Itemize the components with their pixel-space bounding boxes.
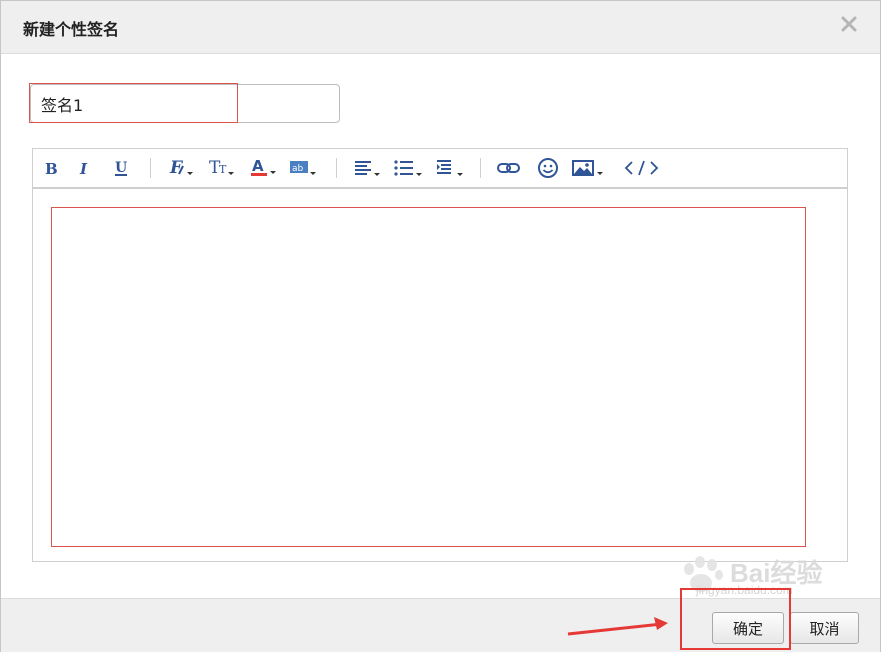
ok-button[interactable]: 确定 — [712, 612, 784, 644]
highlight-color-icon[interactable]: ab — [289, 155, 319, 181]
toolbar-separator — [150, 158, 151, 178]
rich-text-editor: B I U F TT A ab — [32, 148, 848, 562]
dialog-header: 新建个性签名 — [1, 1, 880, 54]
editor-toolbar: B I U F TT A ab — [33, 149, 847, 189]
align-icon[interactable] — [353, 155, 383, 181]
toolbar-separator — [336, 158, 337, 178]
dialog-footer: 确定 取消 — [1, 598, 880, 652]
svg-text:B: B — [45, 160, 58, 176]
font-color-icon[interactable]: A — [250, 155, 278, 181]
indent-icon[interactable] — [435, 155, 467, 181]
signature-dialog: 新建个性签名 B I U F TT — [0, 0, 881, 652]
link-icon[interactable] — [496, 155, 522, 181]
cancel-button[interactable]: 取消 — [790, 612, 859, 644]
close-icon[interactable] — [838, 13, 860, 35]
font-family-icon[interactable]: F — [169, 155, 195, 181]
image-icon[interactable] — [571, 155, 607, 181]
bullet-list-icon[interactable] — [393, 155, 425, 181]
svg-text:I: I — [79, 160, 88, 176]
font-size-icon[interactable]: TT — [208, 155, 236, 181]
source-code-icon[interactable] — [623, 155, 661, 181]
svg-text:U: U — [115, 160, 127, 176]
svg-text:ab: ab — [292, 164, 304, 174]
underline-icon[interactable]: U — [111, 155, 131, 181]
signature-name-input[interactable] — [30, 84, 340, 123]
editor-content-area[interactable] — [33, 189, 847, 561]
bold-icon[interactable]: B — [41, 155, 61, 181]
emoji-icon[interactable] — [535, 155, 561, 181]
dialog-title: 新建个性签名 — [23, 20, 120, 39]
italic-icon[interactable]: I — [75, 155, 95, 181]
svg-text:A: A — [252, 157, 264, 175]
svg-text:T: T — [219, 163, 227, 176]
toolbar-separator — [480, 158, 481, 178]
